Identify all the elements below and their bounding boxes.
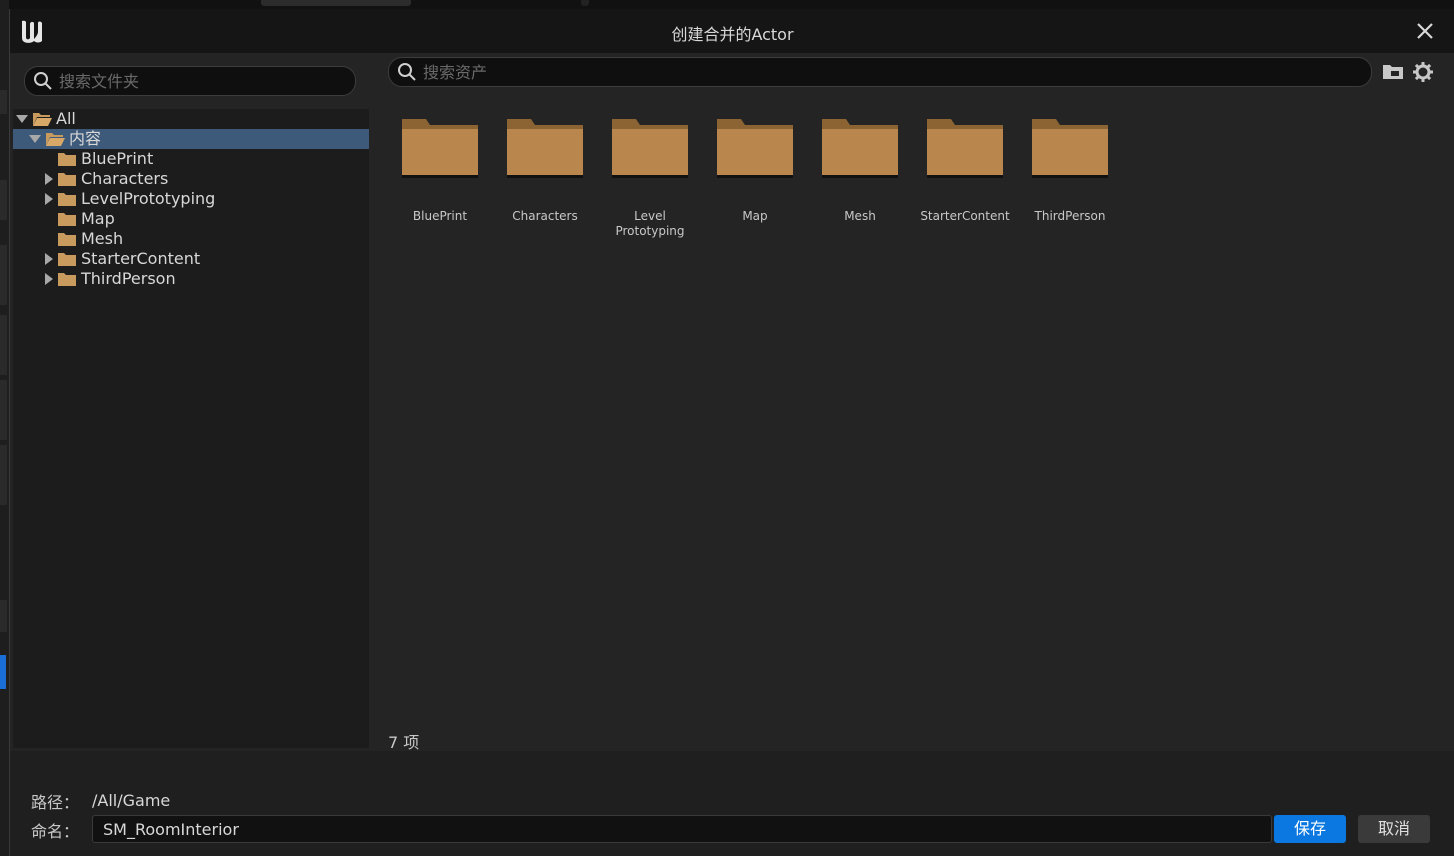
tree-item-label: BluePrint bbox=[81, 149, 154, 168]
background-editor-strip bbox=[0, 0, 9, 856]
tree-item-label: Characters bbox=[81, 169, 169, 188]
asset-folder-tile[interactable]: Level Prototyping bbox=[596, 115, 696, 245]
search-icon bbox=[34, 72, 52, 90]
tree-item-label: 内容 bbox=[69, 129, 102, 148]
asset-folder-tile[interactable]: Characters bbox=[491, 115, 591, 245]
folder-icon bbox=[927, 119, 1003, 178]
tree-item-thirdperson[interactable]: ThirdPerson bbox=[13, 269, 369, 289]
collapse-arrow-icon[interactable] bbox=[45, 173, 53, 185]
asset-folder-tile[interactable]: ThirdPerson bbox=[1016, 115, 1116, 245]
folder-caption: StarterContent bbox=[920, 209, 1010, 223]
settings-gear-icon bbox=[1413, 62, 1433, 82]
folder-icon bbox=[402, 119, 478, 178]
cancel-button[interactable]: 取消 bbox=[1358, 815, 1430, 843]
folder-tree-panel: All 内容 BluePrint bbox=[13, 53, 369, 748]
folder-icon bbox=[612, 119, 688, 178]
folder-icon bbox=[58, 273, 76, 286]
tree-item-label: Map bbox=[81, 209, 115, 228]
tree-item-label: LevelPrototyping bbox=[81, 189, 216, 208]
asset-folder-tile[interactable]: Map bbox=[701, 115, 801, 245]
tree-item-levelprototyping[interactable]: LevelPrototyping bbox=[13, 189, 369, 209]
path-value: /All/Game bbox=[92, 791, 171, 810]
close-button[interactable] bbox=[1413, 19, 1437, 43]
folder-search-bar bbox=[13, 53, 369, 109]
folder-search-input[interactable] bbox=[59, 67, 349, 95]
tree-item-label: StarterContent bbox=[81, 249, 201, 268]
expand-arrow-icon[interactable] bbox=[29, 135, 41, 143]
tree-item-label: Mesh bbox=[81, 229, 124, 248]
collapse-arrow-icon[interactable] bbox=[45, 193, 53, 205]
asset-folder-tile[interactable]: StarterContent bbox=[911, 115, 1011, 245]
tree-item-characters[interactable]: Characters bbox=[13, 169, 369, 189]
dialog-window: 创建合并的Actor 搜索文件夹 All 内容 BluePrint Charac… bbox=[9, 9, 1454, 856]
save-footer: 路径： /All/Game 命名： 保存 取消 bbox=[10, 751, 1454, 856]
asset-search-input[interactable] bbox=[423, 58, 1353, 86]
tree-item-map[interactable]: Map bbox=[13, 209, 369, 229]
folder-icon bbox=[507, 119, 583, 178]
name-label: 命名： bbox=[31, 822, 80, 841]
item-count: 7 项 bbox=[388, 733, 420, 752]
folder-icon bbox=[58, 173, 76, 186]
folder-caption: BluePrint bbox=[412, 209, 468, 223]
path-label: 路径： bbox=[31, 793, 80, 812]
dialog-title: 创建合并的Actor bbox=[671, 25, 794, 44]
close-icon bbox=[1417, 23, 1433, 39]
save-button[interactable]: 保存 bbox=[1274, 815, 1346, 843]
settings-button[interactable] bbox=[1411, 61, 1435, 85]
folder-icon bbox=[1032, 119, 1108, 178]
open-folder-icon bbox=[33, 113, 52, 126]
folder-icon bbox=[58, 213, 76, 226]
folder-icon bbox=[58, 153, 76, 166]
collapse-arrow-icon[interactable] bbox=[45, 273, 53, 285]
asset-folder-tile[interactable]: Mesh bbox=[806, 115, 906, 245]
background-editor-top bbox=[9, 0, 1454, 9]
asset-name-input[interactable] bbox=[92, 815, 1272, 843]
folder-icon bbox=[58, 253, 76, 266]
asset-view-panel: BluePrint Characters Level Prototyping bbox=[376, 53, 1452, 752]
folder-caption: ThirdPerson bbox=[1034, 209, 1106, 223]
open-folder-icon bbox=[46, 133, 65, 146]
folder-view-icon bbox=[1383, 65, 1403, 79]
asset-folder-tile[interactable]: BluePrint bbox=[386, 115, 486, 245]
tree-item-label: ThirdPerson bbox=[81, 269, 176, 288]
folder-caption: Level Prototyping bbox=[615, 209, 685, 238]
tree-item-label: All bbox=[56, 109, 76, 128]
folder-caption: Map bbox=[742, 209, 768, 223]
folder-icon bbox=[58, 233, 76, 246]
search-icon bbox=[398, 63, 416, 81]
tree-item-mesh[interactable]: Mesh bbox=[13, 229, 369, 249]
tree-item-blueprint[interactable]: BluePrint bbox=[13, 149, 369, 169]
tree-item-startercontent[interactable]: StarterContent bbox=[13, 249, 369, 269]
tree-item-content[interactable]: 内容 bbox=[13, 129, 369, 149]
collapse-arrow-icon[interactable] bbox=[45, 253, 53, 265]
title-bar: 创建合并的Actor bbox=[10, 9, 1454, 53]
folder-icon bbox=[717, 119, 793, 178]
tree-item-all[interactable]: All bbox=[13, 109, 369, 129]
folder-view-button[interactable] bbox=[1381, 61, 1405, 85]
folder-icon bbox=[58, 193, 76, 206]
folder-caption: Characters bbox=[512, 209, 578, 223]
folder-caption: Mesh bbox=[844, 209, 876, 223]
expand-arrow-icon[interactable] bbox=[16, 115, 28, 123]
asset-search-box[interactable] bbox=[388, 57, 1372, 87]
folder-icon bbox=[822, 119, 898, 178]
folder-search-box[interactable] bbox=[24, 66, 356, 96]
